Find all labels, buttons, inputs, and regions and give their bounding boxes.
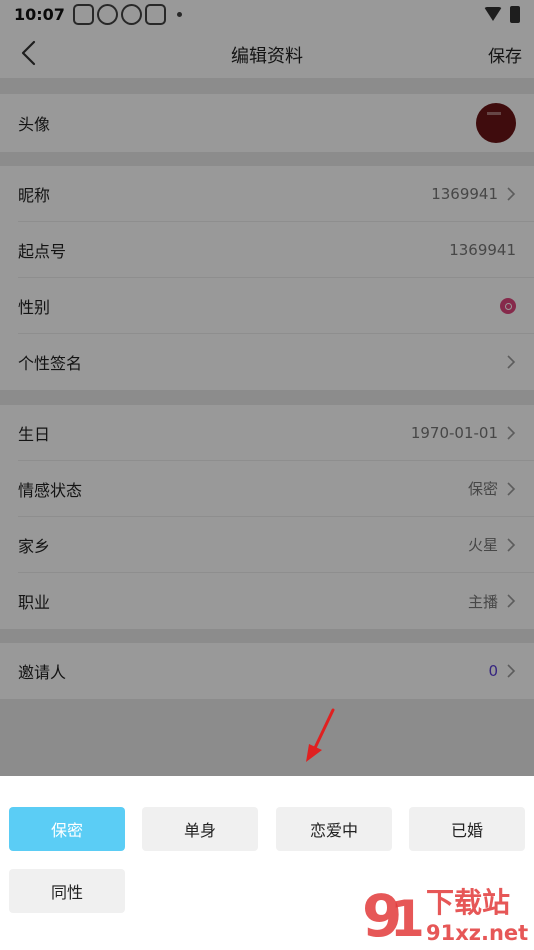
- annotation-arrow-icon: [306, 708, 335, 762]
- option-secret[interactable]: 保密: [9, 807, 125, 851]
- watermark-url: 91xz.net: [426, 921, 528, 945]
- watermark-logo: 9 1 下载站 91xz.net: [362, 882, 528, 946]
- option-single[interactable]: 单身: [142, 807, 258, 851]
- option-in-love[interactable]: 恋爱中: [276, 807, 392, 851]
- svg-text:1: 1: [390, 890, 425, 946]
- watermark-title: 下载站: [426, 886, 510, 919]
- modal-overlay[interactable]: [0, 0, 534, 776]
- option-same-sex[interactable]: 同性: [9, 869, 125, 913]
- option-married[interactable]: 已婚: [409, 807, 525, 851]
